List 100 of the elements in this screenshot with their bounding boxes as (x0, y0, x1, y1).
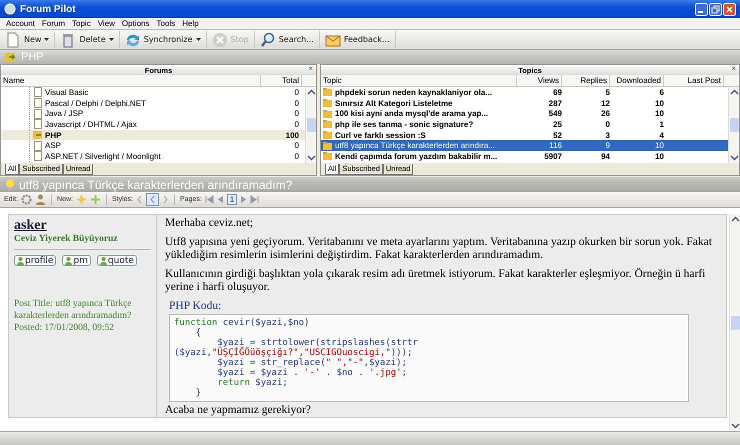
topic-row[interactable]: phpdeki sorun neden kaynaklaniyor ola... 69 5 6 (321, 87, 728, 98)
forum-total: 0 (294, 152, 300, 161)
bulb-icon (5, 179, 15, 190)
scroll-thumb[interactable] (306, 118, 316, 132)
gear-icon (21, 194, 32, 205)
download-count: 4 (658, 130, 665, 140)
document-icon (33, 119, 43, 130)
menu-item[interactable]: Account (6, 19, 35, 28)
reply-count: 0 (604, 120, 611, 129)
forum-row[interactable]: Java / JSP 0 (1, 108, 305, 120)
scrollbar[interactable] (305, 87, 316, 163)
last-page-icon (250, 195, 260, 204)
menu-item[interactable]: Options (122, 19, 150, 28)
code-block: function cevir($yazi,$no) { $yazi = strtolower(stripslashes(strtr ($yazi,"ÜŞÇİĞÖüöşçiğı?","USCIGOuoscigi,"))); $yazi = str_replace(" ","-",$yazi); $yazi = $yazi . '-' . $no . '.jpg'; return $yazi; } (169, 314, 689, 402)
forum-total: 0 (294, 98, 300, 108)
column-header[interactable]: Name (1, 75, 261, 86)
folder-arrow-icon (5, 52, 17, 62)
feedback-button[interactable]: Feedback... (322, 31, 396, 48)
folder-icon (323, 151, 333, 162)
profile-button[interactable]: profile (14, 255, 56, 266)
scroll-down-icon (306, 153, 316, 162)
restore-icon (709, 2, 722, 16)
sparkle-icon (76, 194, 87, 205)
forum-row[interactable]: Visual Basic 0 (1, 87, 305, 98)
menu-item[interactable]: Forum (42, 19, 66, 28)
previous-page-icon (216, 195, 224, 204)
reply-count: 12 (600, 98, 611, 108)
column-header[interactable]: Downloaded (610, 75, 664, 86)
quote-button[interactable]: quote (96, 255, 137, 266)
caret-icon (196, 38, 201, 41)
download-count: 10 (654, 109, 665, 118)
menu-item[interactable]: Topic (72, 19, 91, 28)
author-link[interactable]: asker (14, 218, 47, 234)
pm-button[interactable]: pm (62, 255, 91, 266)
search-button[interactable]: Search... (256, 31, 320, 48)
topic-row[interactable]: php ile ses tanma - sonic signature? 25 0 1 (321, 119, 728, 130)
close-button[interactable]: × (731, 64, 736, 73)
column-header[interactable]: Topic (321, 75, 517, 86)
stop-icon (212, 32, 228, 48)
topic-title: php ile ses tanma - sonic signature? (334, 120, 474, 129)
scroll-up-icon (730, 215, 740, 224)
topic-row[interactable]: Curl ve farklı session :S 52 3 4 (321, 130, 728, 140)
download-count: 10 (654, 141, 665, 150)
view-count: 25 (552, 120, 563, 129)
close-button[interactable]: × (308, 64, 313, 73)
view-count: 52 (552, 130, 563, 140)
scrollbar[interactable] (729, 214, 740, 431)
post-meta: Post Title: utf8 yapınca Türkçe karakterlerden arındıramadım? (14, 298, 133, 322)
topic-title: utf8 yapınca Türkçe karakterlerden arındıra... (334, 141, 496, 150)
download-count: 10 (654, 98, 665, 108)
topic-row[interactable]: 100 kisi ayni anda mysql'de arama yap... 549 26 10 (321, 108, 728, 120)
column-header[interactable]: Views (517, 75, 562, 86)
folder-icon (323, 98, 333, 108)
forum-name: ASP.NET / Silverlight / Moonlight (44, 152, 162, 161)
forum-name: ASP (44, 141, 62, 150)
forum-total: 0 (294, 120, 300, 129)
new-button[interactable]: New (2, 31, 56, 48)
code-title: PHP Kodu: (169, 300, 222, 313)
scroll-thumb[interactable] (730, 118, 738, 132)
forum-total: 0 (294, 141, 300, 150)
topic-row[interactable]: Sınırsız Alt Kategori Listeletme 287 12 10 (321, 98, 728, 108)
forum-row[interactable]: PHP 100 (1, 130, 305, 140)
caret-icon (44, 38, 50, 41)
plus-icon (90, 194, 101, 205)
scroll-thumb[interactable] (730, 316, 740, 330)
folder-icon (323, 87, 333, 98)
column-header[interactable]: Replies (562, 75, 610, 86)
caret-icon (108, 38, 114, 41)
menu-item[interactable]: Help (182, 19, 199, 28)
topic-title: Kendi çapımda forum yazdım bakabilir m... (334, 152, 498, 161)
forum-row[interactable]: ASP 0 (1, 140, 305, 152)
forum-row[interactable]: Pascal / Delphi / Delphi.NET 0 (1, 98, 305, 108)
reply-count: 5 (604, 88, 611, 97)
document-icon (33, 108, 43, 119)
document-icon (33, 151, 43, 162)
topic-row[interactable]: utf8 yapınca Türkçe karakterlerden arındıra... 116 9 10 (321, 140, 728, 152)
topic-title: 100 kisi ayni anda mysql'de arama yap... (334, 109, 490, 118)
folder-icon (323, 119, 333, 130)
folder-icon (323, 130, 333, 140)
sync-button[interactable]: Synchronize (122, 31, 207, 48)
post-paragraph: Acaba ne yapmamız gerekiyor? (165, 404, 312, 417)
download-count: 6 (658, 88, 665, 97)
scrollbar[interactable] (728, 87, 739, 163)
menu-item[interactable]: View (98, 19, 115, 28)
column-header[interactable]: Total (261, 75, 302, 86)
reply-count: 94 (600, 152, 611, 161)
view-count: 5907 (543, 152, 563, 161)
forum-row[interactable]: ASP.NET / Silverlight / Moonlight 0 (1, 151, 305, 162)
close-icon (723, 2, 736, 16)
first-page-icon (204, 195, 214, 204)
topic-title: utf8 yapınca Türkçe karakterlerden arındıramadım? (19, 178, 292, 192)
style-box-icon (146, 193, 159, 206)
topic-row[interactable]: Kendi çapımda forum yazdım bakabilir m... 5907 94 10 (321, 151, 728, 162)
column-header[interactable]: Last Post (664, 75, 724, 86)
forum-total: 0 (294, 88, 300, 97)
page-button[interactable]: 1 (226, 194, 238, 205)
topic-title: Curl ve farklı session :S (334, 130, 427, 140)
app-icon (4, 3, 16, 15)
delete-button[interactable]: Delete (57, 31, 120, 48)
menu-item[interactable]: Tools (156, 19, 176, 28)
